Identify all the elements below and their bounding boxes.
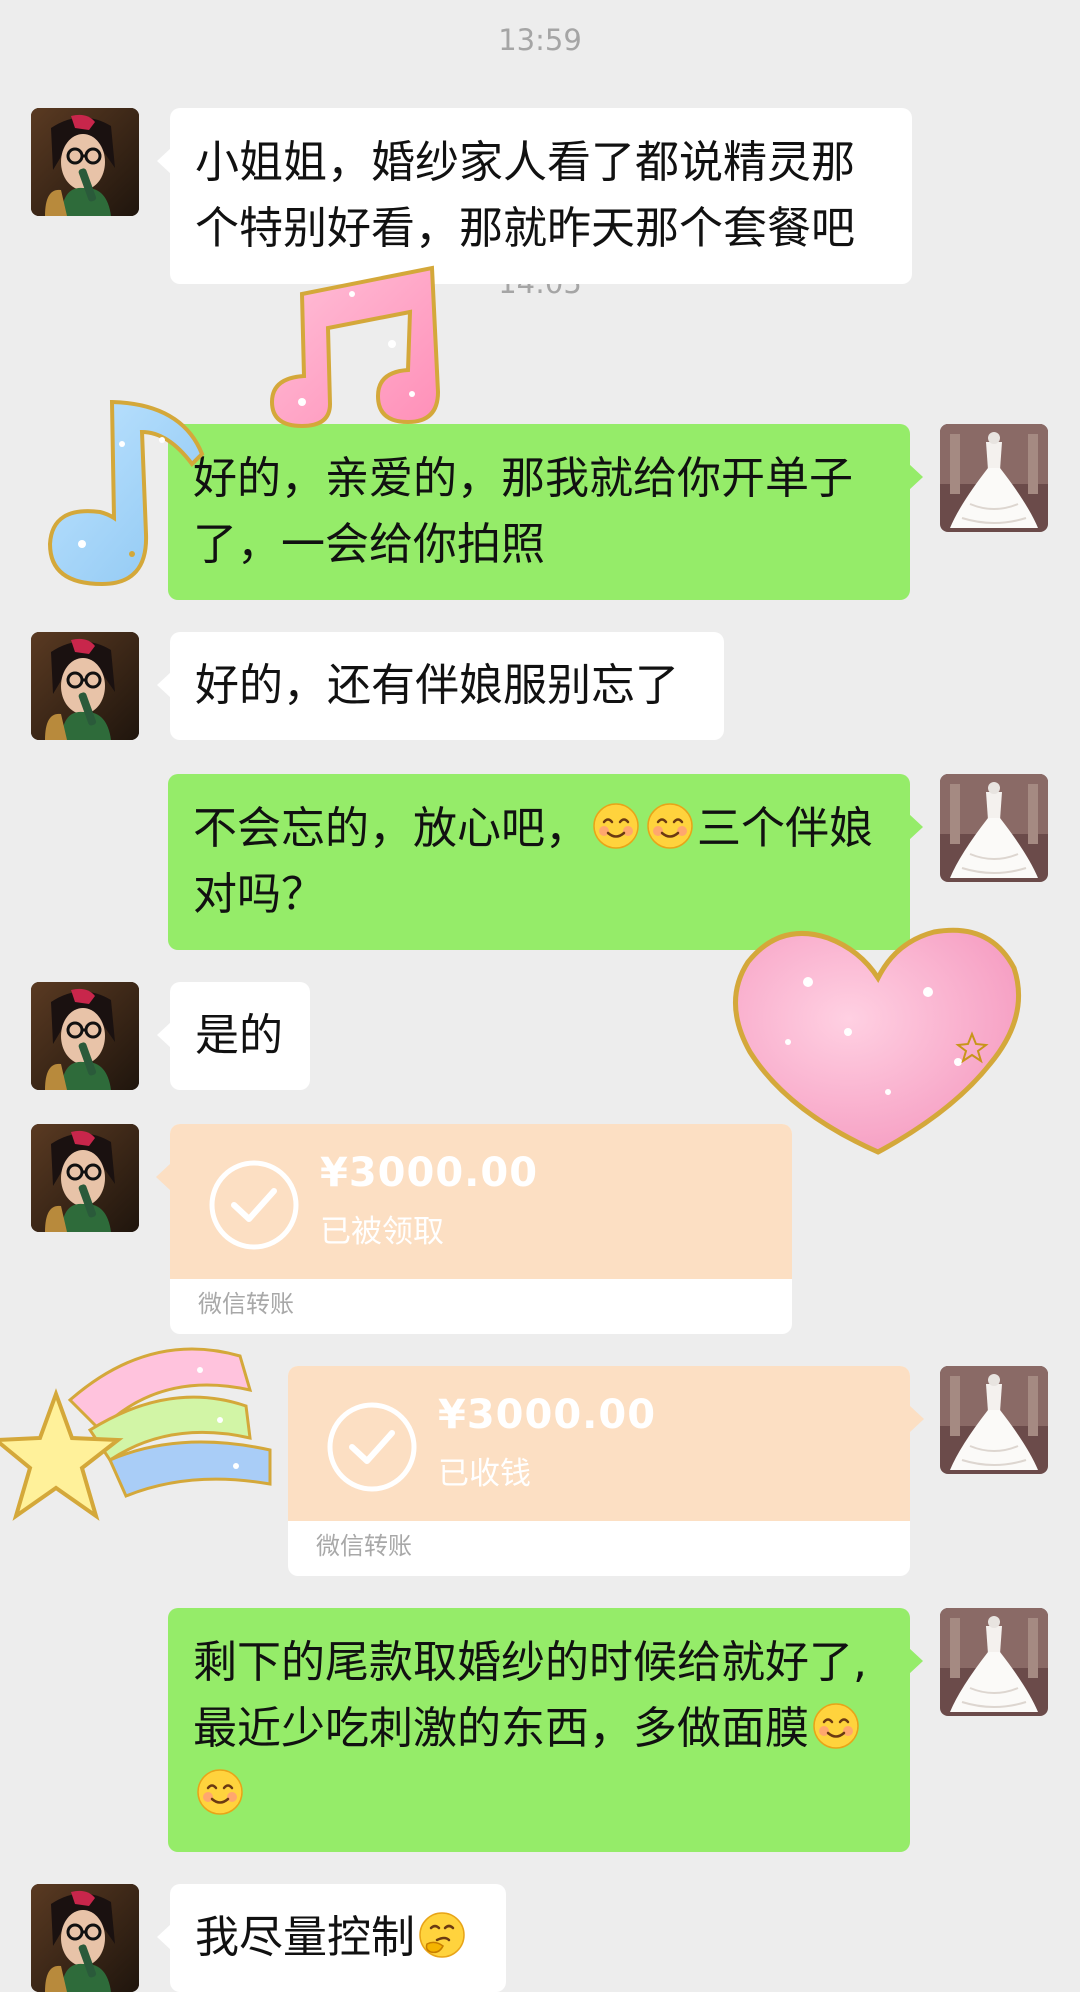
transfer-amount: ¥3000.00 <box>320 1150 539 1196</box>
avatar[interactable] <box>940 1608 1048 1716</box>
message-text: 最近少吃刺激的东西，多做面膜 <box>193 1703 809 1754</box>
transfer-amount: ¥3000.00 <box>438 1392 657 1438</box>
message-bubble[interactable]: 剩下的尾款取婚纱的时候给就好了, 最近少吃刺激的东西，多做面膜 <box>168 1608 923 1852</box>
avatar[interactable] <box>31 632 139 740</box>
thinking-face-icon <box>417 1910 467 1960</box>
avatar[interactable] <box>31 982 139 1090</box>
message-text: 了，一会给你拍照 <box>193 519 545 570</box>
bubble-tail <box>156 1164 170 1190</box>
message-text: 个特别好看，那就昨天那个套餐吧 <box>195 203 855 254</box>
message-text: 小姐姐，婚纱家人看了都说精灵那 <box>195 137 855 188</box>
wechat-transfer-card[interactable]: ¥3000.00 已收钱 微信转账 <box>288 1366 910 1576</box>
message-bubble[interactable]: 好的，还有伴娘服别忘了 <box>157 632 724 740</box>
message-text: 剩下的尾款取婚纱的时候给就好了, <box>193 1637 867 1688</box>
transfer-status: 已被领取 <box>320 1214 444 1250</box>
transfer-header: ¥3000.00 已被领取 <box>170 1124 792 1279</box>
music-note-pink-sticker <box>262 254 458 428</box>
message-text: 好的，还有伴娘服别忘了 <box>195 660 679 711</box>
avatar[interactable] <box>940 424 1048 532</box>
avatar[interactable] <box>31 1124 139 1232</box>
music-note-blue-sticker <box>42 384 212 594</box>
message-bubble[interactable]: 我尽量控制 <box>157 1884 506 1992</box>
avatar[interactable] <box>31 1884 139 1992</box>
transfer-label: 微信转账 <box>316 1532 412 1560</box>
transfer-header: ¥3000.00 已收钱 <box>288 1366 910 1521</box>
message-text: 是的 <box>195 1010 283 1061</box>
check-circle-icon <box>209 1160 299 1250</box>
smiling-face-icon <box>811 1701 861 1751</box>
wechat-transfer-card[interactable]: ¥3000.00 已被领取 微信转账 <box>170 1124 792 1334</box>
message-text: 好的，亲爱的，那我就给你开单子 <box>193 453 853 504</box>
smiling-face-icon <box>591 801 641 851</box>
message-text: 三个伴娘 <box>697 803 873 854</box>
avatar[interactable] <box>31 108 139 216</box>
message-text: 我尽量控制 <box>195 1912 415 1963</box>
message-text: 不会忘的，放心吧， <box>193 803 589 854</box>
message-bubble[interactable]: 好的，亲爱的，那我就给你开单子 了，一会给你拍照 <box>168 424 923 600</box>
glitter-heart-pink-sticker <box>728 912 1026 1166</box>
shooting-star-rainbow-sticker <box>0 1320 276 1542</box>
timestamp: 13:59 <box>498 23 582 57</box>
avatar[interactable] <box>940 774 1048 882</box>
smiling-face-icon <box>645 801 695 851</box>
smiling-face-icon <box>195 1767 245 1817</box>
avatar[interactable] <box>940 1366 1048 1474</box>
check-circle-icon <box>327 1402 417 1492</box>
transfer-status: 已收钱 <box>438 1456 531 1492</box>
bubble-tail <box>910 1406 924 1432</box>
message-bubble[interactable]: 是的 <box>157 982 310 1090</box>
